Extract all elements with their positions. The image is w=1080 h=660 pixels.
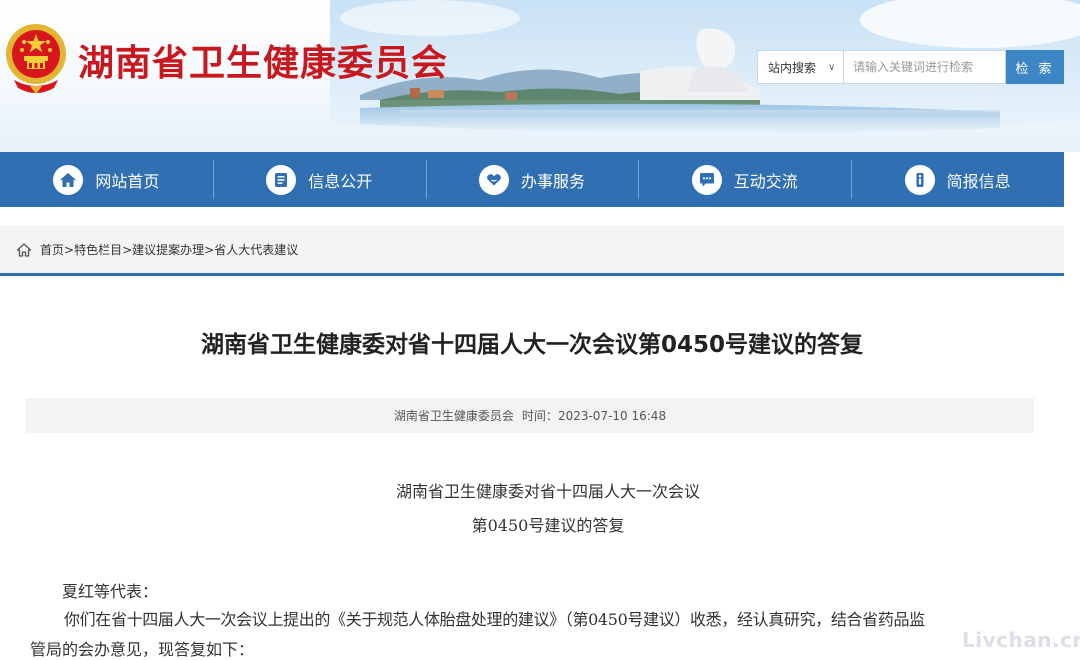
paragraph-line-2: 管局的会办意见，现答复如下： bbox=[30, 640, 255, 659]
article-meta: 湖南省卫生健康委员会 时间： 2023-07-10 16:48 bbox=[26, 398, 1034, 433]
nav-item-home[interactable]: 网站首页 bbox=[0, 152, 213, 207]
nav-item-label: 网站首页 bbox=[95, 171, 160, 191]
nav-item-label: 简报信息 bbox=[946, 171, 1011, 191]
breadcrumb-featured[interactable]: 特色栏目 bbox=[74, 241, 122, 258]
nav-item-briefing[interactable]: 简报信息 bbox=[851, 152, 1064, 207]
document-heading-line-1: 湖南省卫生健康委对省十四届人大一次会议 bbox=[395, 482, 700, 501]
search-scope-label: 站内搜索 bbox=[768, 60, 817, 75]
search-scope-select[interactable]: 站内搜索 ∨ bbox=[757, 50, 843, 84]
document-icon bbox=[266, 164, 297, 195]
article-source: 湖南省卫生健康委员会 bbox=[393, 409, 514, 423]
main-nav: 网站首页 信息公开 办事服务 互动交流 简报信息 bbox=[0, 152, 1064, 207]
article-title: 湖南省卫生健康委对省十四届人大一次会议第0450号建议的答复 bbox=[200, 332, 863, 358]
search-input[interactable] bbox=[843, 50, 1006, 84]
site-title[interactable]: 湖南省卫生健康委员会 bbox=[78, 34, 448, 86]
chat-icon bbox=[691, 164, 722, 195]
nav-item-label: 互动交流 bbox=[733, 171, 798, 191]
heart-hand-icon bbox=[478, 164, 509, 195]
nav-item-interaction[interactable]: 互动交流 bbox=[638, 152, 851, 207]
nav-item-info-disclosure[interactable]: 信息公开 bbox=[212, 152, 426, 207]
nav-item-label: 信息公开 bbox=[308, 171, 373, 191]
watermark: Livchan.cn bbox=[962, 628, 1080, 652]
info-icon bbox=[904, 164, 935, 195]
salutation: 夏红等代表： bbox=[62, 582, 159, 601]
breadcrumb-divider bbox=[0, 273, 1064, 276]
breadcrumb-deputy-suggestions[interactable]: 省人大代表建议 bbox=[214, 241, 298, 258]
article-time-label: 时间： bbox=[521, 409, 558, 423]
breadcrumb-proposals[interactable]: 建议提案办理 bbox=[132, 241, 204, 258]
home-icon[interactable] bbox=[16, 242, 32, 258]
site-search: 站内搜索 ∨ 检 索 bbox=[757, 50, 1064, 84]
search-button[interactable]: 检 索 bbox=[1006, 50, 1064, 84]
breadcrumb-separator: > bbox=[64, 242, 75, 257]
chevron-down-icon: ∨ bbox=[828, 61, 836, 73]
nav-item-label: 办事服务 bbox=[520, 171, 585, 191]
breadcrumb-home[interactable]: 首页 bbox=[40, 241, 64, 258]
home-icon bbox=[53, 164, 84, 195]
national-emblem-logo bbox=[6, 24, 66, 94]
breadcrumb-separator: > bbox=[204, 242, 215, 257]
nav-item-services[interactable]: 办事服务 bbox=[425, 152, 639, 207]
breadcrumb-separator: > bbox=[122, 242, 133, 257]
paragraph-line-1: 你们在省十四届人大一次会议上提出的《关于规范人体胎盘处理的建议》（第0450号建… bbox=[64, 610, 925, 629]
document-heading-line-2: 第0450号建议的答复 bbox=[471, 516, 625, 535]
article-time: 2023-07-10 16:48 bbox=[557, 408, 667, 423]
breadcrumb: 首页 > 特色栏目 > 建议提案办理 > 省人大代表建议 bbox=[0, 226, 1064, 273]
site-header: 湖南省卫生健康委员会 站内搜索 ∨ 检 索 bbox=[0, 0, 1080, 152]
